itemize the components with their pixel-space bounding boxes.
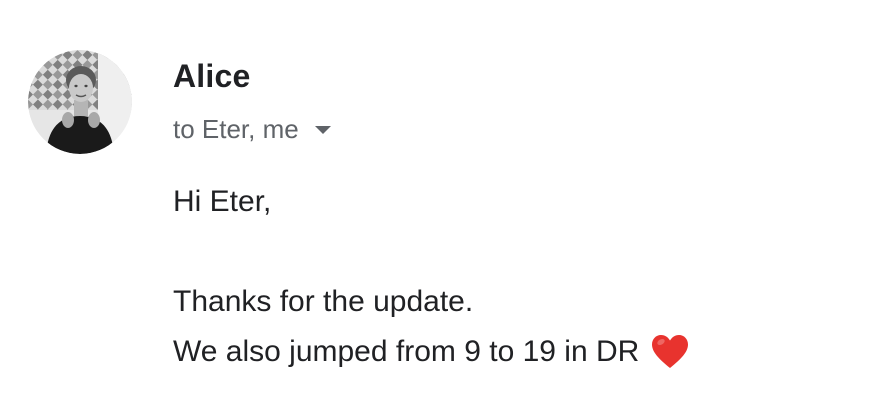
email-message: Alice to Eter, me Hi Eter, Thanks for th… — [0, 0, 870, 420]
message-body-line-text: We also jumped from 9 to 19 in DR — [173, 335, 640, 368]
sender-avatar[interactable] — [28, 50, 132, 154]
avatar-photo — [28, 50, 132, 154]
message-greeting: Hi Eter, — [173, 185, 272, 218]
red-heart-icon — [651, 334, 689, 370]
recipients-label: to Eter, me — [173, 114, 299, 144]
sender-name[interactable]: Alice — [173, 56, 250, 96]
message-body-line: Thanks for the update. — [173, 285, 474, 318]
message-body-line: We also jumped from 9 to 19 in DR — [173, 334, 689, 370]
recipients-details-toggle[interactable]: to Eter, me — [173, 111, 331, 147]
chevron-down-icon[interactable] — [314, 126, 331, 134]
